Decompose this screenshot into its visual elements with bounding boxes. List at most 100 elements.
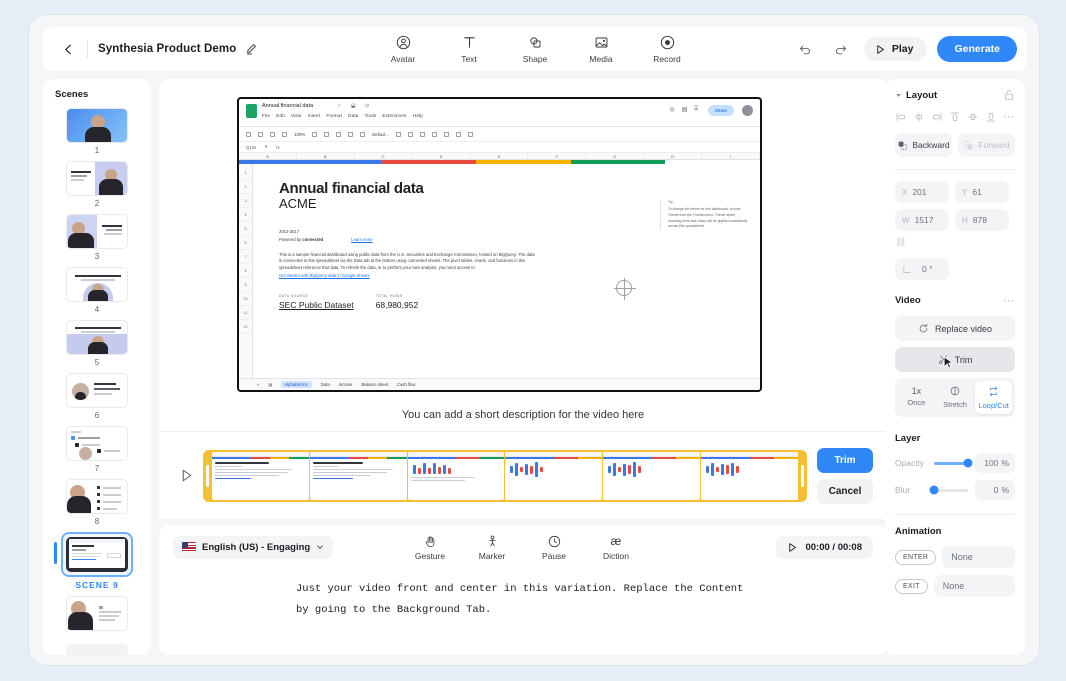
layout-title[interactable]: Layout <box>895 90 937 101</box>
video-stage[interactable]: Annual financial data ☆ ⬓ ⊙ File Edit View… <box>237 97 762 392</box>
scene-thumbnail-6[interactable]: 6 <box>66 373 128 424</box>
layer-order-buttons: Backward Forward <box>895 133 1015 157</box>
height-input[interactable]: H 878 <box>955 209 1009 231</box>
video-description[interactable]: You can add a short description for the … <box>159 409 887 421</box>
scene-thumbnail-2[interactable]: 2 <box>66 161 128 212</box>
kpi-label: TOTAL ROWS <box>375 293 403 298</box>
width-input[interactable]: W 1517 <box>895 209 949 231</box>
header-actions: Play Generate <box>792 36 1017 62</box>
row-header: 1 <box>239 166 252 180</box>
tool-label: Avatar <box>390 54 416 64</box>
avatar-icon <box>396 34 411 51</box>
undo-icon[interactable] <box>792 36 818 62</box>
opacity-slider[interactable] <box>934 458 973 468</box>
mode-label: Loop/Cut <box>978 401 1009 410</box>
menu-view: View <box>290 113 302 118</box>
replace-video-button[interactable]: Replace video <box>895 316 1015 341</box>
pencil-icon[interactable] <box>245 43 257 55</box>
align-bottom-icon[interactable] <box>985 111 997 123</box>
tip-title: Tip <box>668 200 673 204</box>
column-header: H <box>644 153 703 159</box>
script-timer[interactable]: 00:00 / 00:08 <box>776 535 873 559</box>
align-top-icon[interactable] <box>949 111 961 123</box>
trim-handle-right[interactable] <box>801 464 804 487</box>
column-header: A <box>239 153 297 159</box>
scene-thumbnail-5[interactable]: 5 <box>66 320 128 371</box>
play-label: Play <box>891 43 914 55</box>
row-header: 6 <box>239 236 252 250</box>
scene-thumbnail-7[interactable]: 7 <box>66 426 128 477</box>
send-backward-button[interactable]: Backward <box>895 133 952 157</box>
y-position-input[interactable]: Y 61 <box>955 181 1009 203</box>
canvas-area: Annual financial data ☆ ⬓ ⊙ File Edit View… <box>159 79 887 519</box>
column-header: G <box>586 153 645 159</box>
more-dots-icon[interactable]: ⋯ <box>1003 294 1015 307</box>
opacity-value: 100 <box>984 458 999 468</box>
position-size-fields: X 201 Y 61 W 1517 H 878 ⛓ <box>895 181 1015 248</box>
script-tool-diction[interactable]: æ Diction <box>595 534 637 561</box>
field-key: Y <box>962 187 968 197</box>
sheets-header: Annual financial data ☆ ⬓ ⊙ File Edit View… <box>239 99 760 127</box>
script-tool-pause[interactable]: Pause <box>533 534 575 561</box>
x-position-input[interactable]: X 201 <box>895 181 949 203</box>
tool-record[interactable]: Record <box>645 34 689 64</box>
sheets-zoom-level: 100% <box>294 131 306 137</box>
script-tool-marker[interactable]: Marker <box>471 534 513 561</box>
sheets-font-name: Defaul... <box>372 131 389 137</box>
column-header: D <box>413 153 471 159</box>
tool-text[interactable]: Text <box>447 34 491 64</box>
share-label: Share <box>714 108 727 113</box>
trim-play-button[interactable] <box>173 468 199 483</box>
align-right-icon[interactable] <box>931 111 943 123</box>
refresh-icon <box>919 323 928 333</box>
trim-cancel-button[interactable]: Cancel <box>817 478 873 504</box>
tool-avatar[interactable]: Avatar <box>381 34 425 64</box>
unlocked-padlock-icon[interactable] <box>1003 89 1015 101</box>
shape-icon <box>528 34 543 51</box>
tool-media[interactable]: Media <box>579 34 623 64</box>
align-center-horizontal-icon[interactable] <box>913 111 925 123</box>
back-button[interactable] <box>51 32 85 66</box>
scene-thumbnail-8[interactable]: 8 <box>66 479 128 530</box>
mode-loop-cut[interactable]: Loop/Cut <box>975 381 1013 414</box>
scene-thumbnail-3[interactable]: 3 <box>66 214 128 265</box>
column-header: C <box>355 153 413 159</box>
caret-down-icon <box>896 93 901 97</box>
redo-icon[interactable] <box>828 36 854 62</box>
scene-thumbnail-1[interactable]: 1 <box>66 108 128 159</box>
script-tool-label: Pause <box>541 550 567 561</box>
align-left-icon[interactable] <box>895 111 907 123</box>
link-aspect-ratio-icon[interactable]: ⛓ <box>895 237 906 248</box>
play-button[interactable]: Play <box>863 37 928 61</box>
blur-value-box[interactable]: 0 % <box>975 480 1015 500</box>
trim-confirm-button[interactable]: Trim <box>817 447 873 473</box>
tool-shape[interactable]: Shape <box>513 34 557 64</box>
align-middle-vertical-icon[interactable] <box>967 111 979 123</box>
sheets-tab-bar: + ▤ Alphabet Inc. Data Income Balance she… <box>239 378 760 390</box>
trim-button[interactable]: Trim <box>895 347 1015 372</box>
script-tool-gesture[interactable]: Gesture <box>409 534 451 561</box>
scene-thumbnail-9[interactable]: SCENE 9 <box>54 532 133 594</box>
opacity-value-box[interactable]: 100 % <box>975 453 1015 473</box>
script-textarea[interactable]: Just your video front and center in this… <box>159 569 759 621</box>
mode-stretch[interactable]: Stretch <box>937 381 974 414</box>
blur-unit: % <box>1001 485 1009 495</box>
blur-label: Blur <box>895 485 911 495</box>
bring-forward-button[interactable]: Forward <box>958 133 1015 157</box>
menu-tools: Tools <box>364 113 377 118</box>
mode-once[interactable]: 1x Once <box>898 381 935 414</box>
blur-slider[interactable] <box>929 485 968 495</box>
filmstrip[interactable] <box>203 449 807 502</box>
more-icon[interactable]: ⋯ <box>1003 110 1015 123</box>
sheet-title: Annual financial data <box>279 180 424 197</box>
language-selector[interactable]: English (US) - Engaging <box>173 535 334 559</box>
add-scene-button[interactable]: + <box>66 644 128 655</box>
scene-thumbnail-10[interactable] <box>66 596 128 638</box>
enter-animation-select[interactable]: None <box>942 546 1015 568</box>
rotation-input[interactable]: 0 ° <box>895 258 949 280</box>
exit-animation-select[interactable]: None <box>933 575 1015 597</box>
generate-button[interactable]: Generate <box>937 36 1017 62</box>
scene-thumbnail-4[interactable]: 4 <box>66 267 128 318</box>
field-key: X <box>902 187 908 197</box>
trim-handle-left[interactable] <box>206 464 209 487</box>
